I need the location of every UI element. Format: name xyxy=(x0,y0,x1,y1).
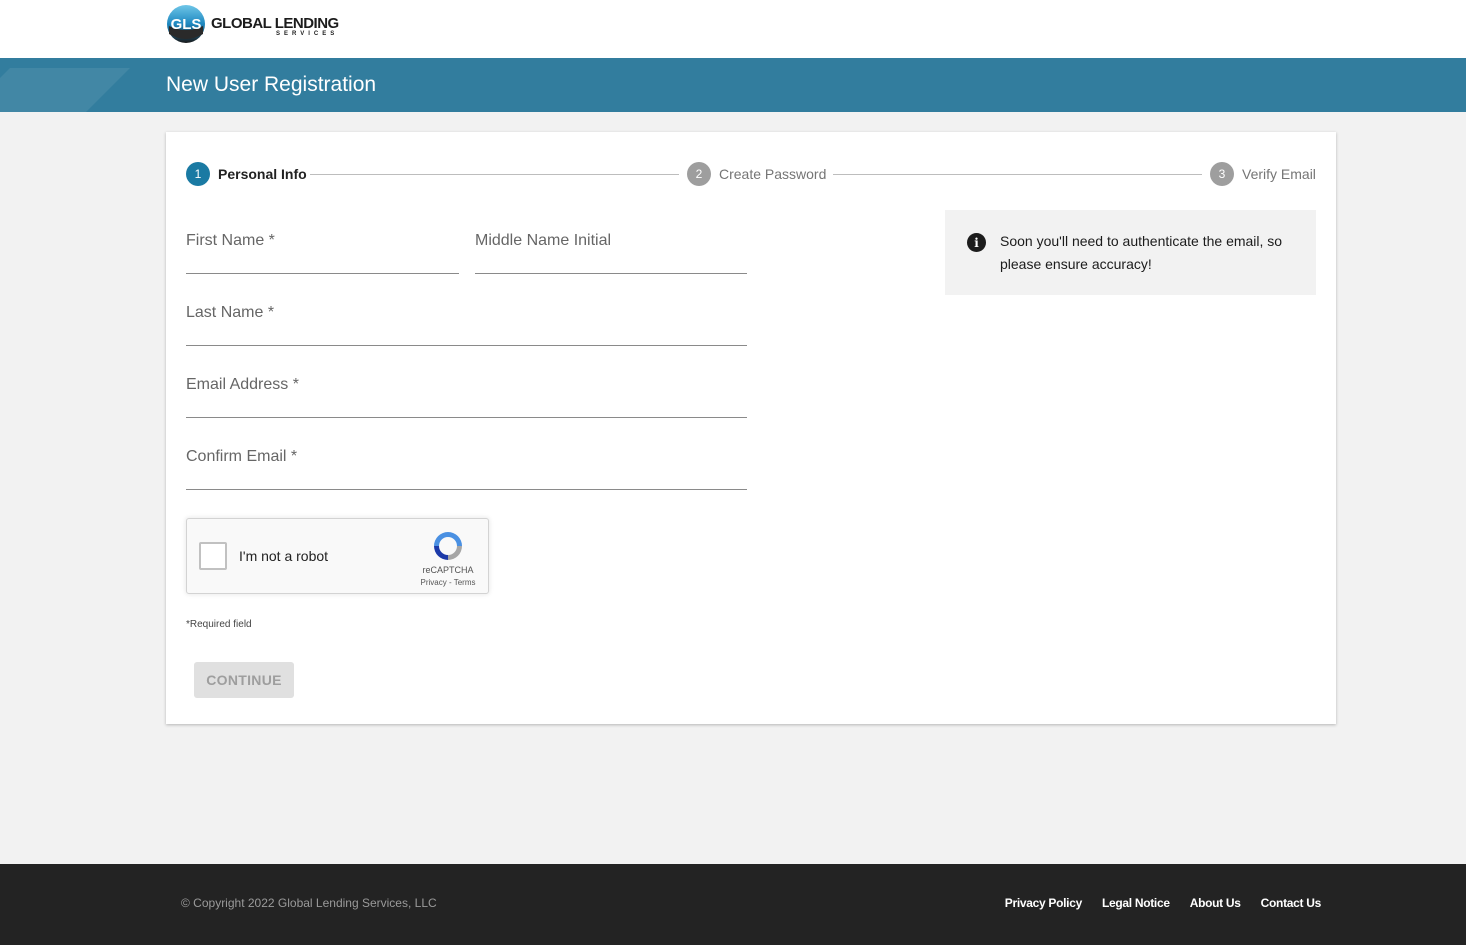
field-underline xyxy=(186,273,459,274)
step-label: Personal Info xyxy=(218,166,307,182)
step-create-password: 2 Create Password xyxy=(687,162,826,186)
step-number: 1 xyxy=(186,162,210,186)
field-underline xyxy=(186,489,747,490)
step-number: 2 xyxy=(687,162,711,186)
logo-wordmark: GLOBAL LENDING xyxy=(211,15,339,32)
info-notice: i Soon you'll need to authenticate the e… xyxy=(945,210,1316,295)
step-verify-email: 3 Verify Email xyxy=(1210,162,1316,186)
info-text: Soon you'll need to authenticate the ema… xyxy=(1000,233,1283,272)
step-connector xyxy=(310,174,679,175)
banner-decoration xyxy=(0,68,130,112)
recaptcha-label: I'm not a robot xyxy=(239,548,329,564)
step-label: Create Password xyxy=(719,166,827,182)
step-number: 3 xyxy=(1210,162,1234,186)
footer-link-privacy-policy[interactable]: Privacy Policy xyxy=(1005,896,1082,910)
email-field: Email Address * xyxy=(186,376,747,420)
top-header: GLS GLOBAL LENDING SERVICES xyxy=(0,0,1466,58)
footer-links: Privacy Policy Legal Notice About Us Con… xyxy=(1005,896,1322,910)
step-personal-info: 1 Personal Info xyxy=(186,162,307,186)
field-underline xyxy=(186,417,747,418)
confirm-email-field: Confirm Email * xyxy=(186,448,747,492)
confirm-email-input[interactable] xyxy=(186,448,747,488)
page-title: New User Registration xyxy=(166,73,377,96)
page-banner: New User Registration xyxy=(0,58,1466,112)
gls-logo[interactable]: GLS GLOBAL LENDING SERVICES xyxy=(166,4,346,46)
registration-card: 1 Personal Info 2 Create Password 3 Veri… xyxy=(166,132,1336,724)
recaptcha-brand: reCAPTCHA xyxy=(422,565,474,575)
first-name-field: First Name * xyxy=(186,232,459,276)
footer-link-about-us[interactable]: About Us xyxy=(1190,896,1241,910)
footer-link-legal-notice[interactable]: Legal Notice xyxy=(1102,896,1170,910)
svg-text:GLS: GLS xyxy=(171,16,202,33)
step-connector xyxy=(833,174,1202,175)
registration-stepper: 1 Personal Info 2 Create Password 3 Veri… xyxy=(186,162,1316,186)
recaptcha-icon xyxy=(434,532,462,560)
recaptcha-terms-link[interactable]: Privacy - Terms xyxy=(413,578,483,587)
copyright-text: © Copyright 2022 Global Lending Services… xyxy=(181,896,437,910)
info-icon: i xyxy=(967,233,986,252)
first-name-input[interactable] xyxy=(186,232,459,272)
middle-initial-field: Middle Name Initial xyxy=(475,232,747,276)
field-underline xyxy=(475,273,747,274)
field-underline xyxy=(186,345,747,346)
recaptcha-widget: I'm not a robot reCAPTCHA Privacy - Term… xyxy=(186,518,489,594)
footer-link-contact-us[interactable]: Contact Us xyxy=(1261,896,1322,910)
continue-button[interactable]: CONTINUE xyxy=(194,662,294,698)
gls-logo-icon: GLS xyxy=(167,5,205,43)
middle-initial-input[interactable] xyxy=(475,232,747,272)
step-label: Verify Email xyxy=(1242,166,1316,182)
email-input[interactable] xyxy=(186,376,747,416)
recaptcha-checkbox[interactable] xyxy=(199,542,227,570)
required-field-note: *Required field xyxy=(186,619,252,630)
logo-subtitle: SERVICES xyxy=(276,31,339,37)
page-footer: © Copyright 2022 Global Lending Services… xyxy=(0,864,1466,945)
last-name-input[interactable] xyxy=(186,304,747,344)
last-name-field: Last Name * xyxy=(186,304,747,348)
